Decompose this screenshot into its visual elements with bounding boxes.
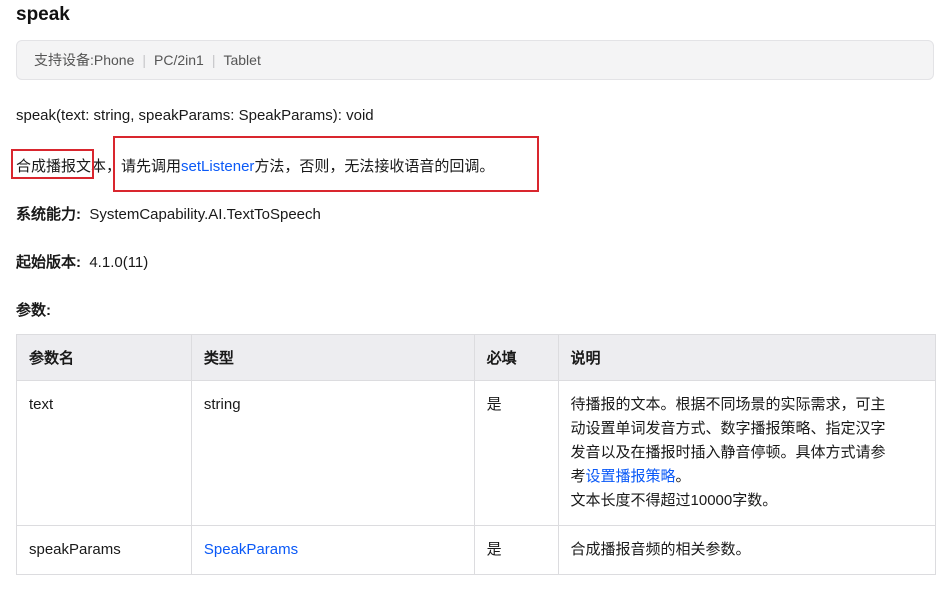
params-heading: 参数: <box>16 302 51 319</box>
cell-required: 是 <box>473 525 559 575</box>
page-title: speak <box>16 4 70 25</box>
table-row: text string 是 待播报的文本。根据不同场景的实际需求，可主 动设置单… <box>16 380 937 526</box>
table-header-row: 参数名 类型 必填 说明 <box>16 334 937 381</box>
header-description: 说明 <box>557 334 937 381</box>
method-signature: speak(text: string, speakParams: SpeakPa… <box>16 107 374 124</box>
desc-text: 。 <box>675 468 691 485</box>
desc-line: 发音以及在播报时插入静音停顿。具体方式请参 <box>570 444 886 461</box>
cell-description: 合成播报音频的相关参数。 <box>557 525 937 575</box>
device-pc: PC/2in1 <box>154 52 204 68</box>
cell-required: 是 <box>473 380 559 526</box>
speak-strategy-link[interactable]: 设置播报策略 <box>586 468 676 485</box>
system-capability: 系统能力: SystemCapability.AI.TextToSpeech <box>16 203 321 224</box>
params-table: 参数名 类型 必填 说明 text string 是 待播报的文本。根据不同场景… <box>16 334 937 575</box>
since-version: 起始版本: 4.1.0(11) <box>16 251 148 272</box>
device-phone: Phone <box>93 52 135 68</box>
cell-type: string <box>190 380 475 526</box>
since-value: 4.1.0(11) <box>89 254 149 271</box>
cell-param-name: text <box>16 380 192 526</box>
device-separator: | <box>211 52 216 68</box>
highlight-box-left <box>11 149 94 179</box>
table-row: speakParams SpeakParams 是 合成播报音频的相关参数。 <box>16 525 937 575</box>
desc-line: 动设置单词发音方式、数字播报策略、指定汉字 <box>570 420 886 437</box>
cell-description: 待播报的文本。根据不同场景的实际需求，可主 动设置单词发音方式、数字播报策略、指… <box>557 380 937 526</box>
supported-devices-box: 支持设备: Phone | PC/2in1 | Tablet <box>16 40 934 80</box>
header-param-name: 参数名 <box>16 334 192 381</box>
device-separator: | <box>142 52 147 68</box>
desc-line: 文本长度不得超过10000字数。 <box>570 492 778 509</box>
syscap-value: SystemCapability.AI.TextToSpeech <box>89 206 321 223</box>
header-type: 类型 <box>190 334 475 381</box>
device-tablet: Tablet <box>223 52 261 68</box>
speakparams-type-link[interactable]: SpeakParams <box>204 541 298 558</box>
highlight-box-right <box>113 136 539 192</box>
cell-type: SpeakParams <box>190 525 475 575</box>
desc-line: 考设置播报策略。 <box>571 465 923 489</box>
cell-param-name: speakParams <box>16 525 192 575</box>
syscap-label: 系统能力: <box>16 206 81 223</box>
since-label: 起始版本: <box>16 254 81 271</box>
desc-text: 考 <box>570 468 586 485</box>
header-required: 必填 <box>473 334 559 381</box>
devices-label: 支持设备: <box>34 52 94 68</box>
desc-line: 待播报的文本。根据不同场景的实际需求，可主 <box>570 396 886 413</box>
